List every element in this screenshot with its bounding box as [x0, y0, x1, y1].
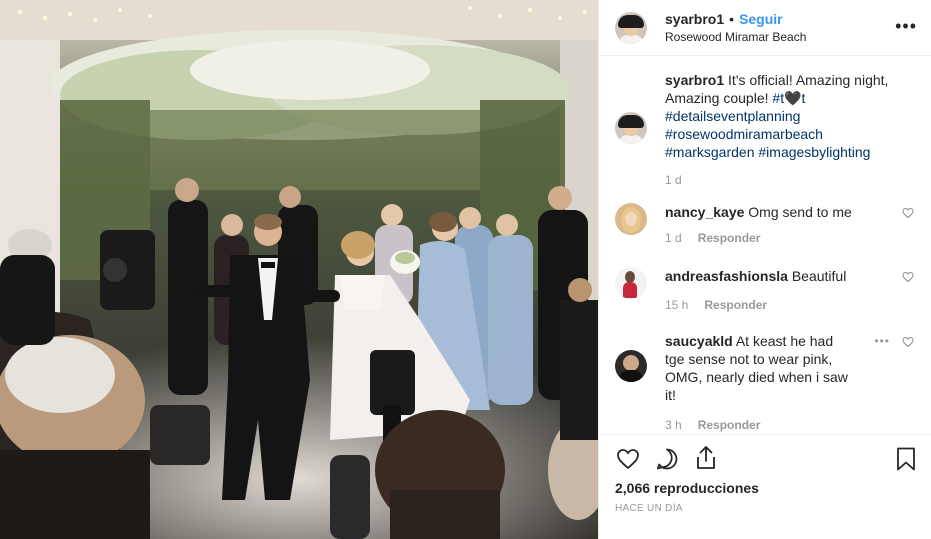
comment-body: saucyakld At keast he had tge sense not …	[665, 332, 855, 432]
comment-body: nancy_kaye Omg send to me 1 d Responder	[665, 203, 900, 245]
comment-username[interactable]: saucyakld	[665, 333, 733, 349]
comment-text: saucyakld At keast he had tge sense not …	[665, 332, 855, 404]
comment-item: andreasfashionsla Beautiful 15 h Respond…	[615, 267, 916, 312]
comment-text: andreasfashionsla Beautiful	[665, 267, 900, 285]
avatar[interactable]	[615, 112, 647, 144]
caption-username[interactable]: syarbro1	[665, 72, 724, 88]
heart-emoji: 🖤	[784, 90, 802, 106]
comment-meta: 1 d Responder	[665, 231, 900, 245]
avatar[interactable]	[615, 267, 647, 299]
hashtag-link[interactable]: #detailseventplanning	[665, 108, 800, 124]
caption-meta: 1 d	[665, 173, 900, 187]
avatar[interactable]	[615, 11, 647, 44]
comment-meta: 15 h Responder	[665, 298, 900, 312]
hashtag-link[interactable]: #marksgarden	[665, 144, 755, 160]
avatar[interactable]	[615, 203, 647, 235]
hashtag-link[interactable]: #imagesbylighting	[758, 144, 870, 160]
avatar[interactable]	[615, 350, 647, 382]
post-header-top: syarbro1 • Seguir	[665, 10, 806, 28]
caption-time[interactable]: 1 d	[665, 173, 682, 187]
comment-username[interactable]: nancy_kaye	[665, 204, 744, 220]
post-side-panel: syarbro1 • Seguir Rosewood Miramar Beach…	[598, 0, 931, 539]
like-comment-heart-icon[interactable]	[902, 271, 914, 283]
comment-item: saucyakld At keast he had tge sense not …	[615, 332, 916, 432]
post-location[interactable]: Rosewood Miramar Beach	[665, 29, 806, 45]
comment-time[interactable]: 15 h	[665, 298, 688, 312]
share-icon[interactable]	[694, 445, 718, 471]
action-icons	[615, 435, 916, 483]
caption: syarbro1 It's official! Amazing night, A…	[615, 71, 916, 187]
post-header: syarbro1 • Seguir Rosewood Miramar Beach…	[599, 0, 931, 56]
follow-button[interactable]: Seguir	[739, 10, 783, 28]
comment-message: Beautiful	[791, 268, 847, 284]
like-comment-heart-icon[interactable]	[902, 336, 914, 348]
reply-button[interactable]: Responder	[698, 418, 761, 432]
comment-item: nancy_kaye Omg send to me 1 d Responder	[615, 203, 916, 245]
comment-options-icon[interactable]: •••	[874, 334, 890, 348]
hashtag-link[interactable]: #rosewoodmiramarbeach	[665, 126, 823, 142]
caption-body: syarbro1 It's official! Amazing night, A…	[665, 71, 900, 187]
instagram-post-modal: syarbro1 • Seguir Rosewood Miramar Beach…	[0, 0, 931, 539]
bookmark-icon[interactable]	[896, 447, 916, 471]
hashtag-link[interactable]: #t	[772, 90, 784, 106]
wedding-video-frame	[0, 0, 598, 539]
comment-meta: 3 h Responder	[665, 418, 855, 432]
more-options-icon[interactable]: •••	[895, 17, 917, 35]
comment-message: Omg send to me	[748, 204, 852, 220]
reply-button[interactable]: Responder	[704, 298, 767, 312]
heart-icon[interactable]	[615, 447, 641, 471]
post-timestamp[interactable]: HACE UN DÍA	[615, 503, 916, 515]
post-actions: 2,066 reproducciones HACE UN DÍA	[599, 434, 931, 539]
comment-time[interactable]: 1 d	[665, 231, 682, 245]
comment-icon[interactable]	[654, 447, 680, 471]
comment-body: andreasfashionsla Beautiful 15 h Respond…	[665, 267, 900, 312]
reply-button[interactable]: Responder	[698, 231, 761, 245]
caption-text: syarbro1 It's official! Amazing night, A…	[665, 71, 900, 161]
comments-list[interactable]: syarbro1 It's official! Amazing night, A…	[599, 57, 931, 434]
post-header-text: syarbro1 • Seguir Rosewood Miramar Beach	[665, 10, 806, 45]
post-video[interactable]	[0, 0, 598, 539]
post-username[interactable]: syarbro1	[665, 10, 724, 28]
comment-time[interactable]: 3 h	[665, 418, 682, 432]
like-comment-heart-icon[interactable]	[902, 207, 914, 219]
separator-dot: •	[729, 11, 735, 27]
comment-text: nancy_kaye Omg send to me	[665, 203, 900, 221]
comment-username[interactable]: andreasfashionsla	[665, 268, 788, 284]
hashtag-link[interactable]: t	[802, 90, 806, 106]
